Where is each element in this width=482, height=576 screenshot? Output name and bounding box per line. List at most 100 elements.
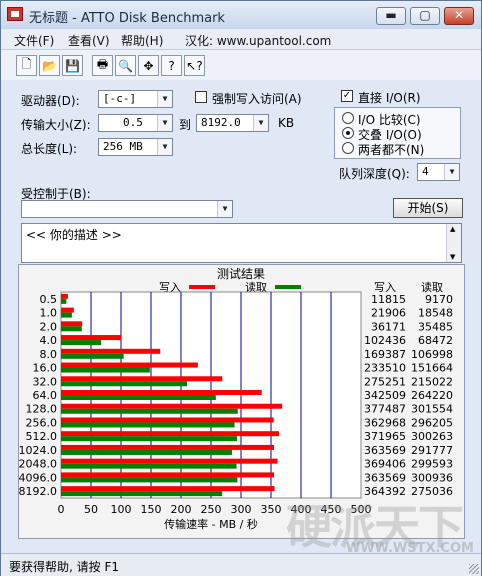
chevron-down-icon: ▼: [217, 201, 232, 217]
app-icon: [7, 7, 23, 21]
maximize-button[interactable]: ▢: [410, 7, 440, 25]
read-bar: [61, 298, 67, 304]
read-value-label: 151664: [411, 362, 453, 375]
write-bar: [61, 321, 83, 327]
read-value-label: 18548: [418, 307, 453, 320]
io-mode-group: I/O 比较(C) 交叠 I/O(O) 两者都不(N): [334, 107, 461, 159]
x-tick-label: 50: [84, 503, 98, 516]
chevron-down-icon: ▼: [444, 164, 459, 180]
window-title: 无标题 - ATTO Disk Benchmark: [29, 11, 225, 26]
write-value-label: 369406: [364, 458, 406, 471]
read-value-label: 296205: [411, 416, 453, 429]
description-scrollbar[interactable]: ▲ ▼: [446, 224, 461, 262]
total-length-label: 总长度(L):: [21, 142, 78, 156]
help-icon[interactable]: ?: [161, 55, 182, 76]
write-bar: [61, 472, 275, 478]
read-bar: [61, 477, 238, 483]
transfer-to-select[interactable]: 8192.0 ▼: [196, 114, 269, 132]
resize-grip-icon[interactable]: [469, 564, 479, 574]
read-bar: [61, 463, 237, 469]
description-field[interactable]: << 你的描述 >> ▲ ▼: [21, 223, 462, 263]
legend-write-swatch: [189, 285, 215, 289]
to-label: 到: [179, 118, 192, 132]
queue-depth-value: 4: [422, 165, 429, 178]
close-button[interactable]: ✕: [444, 7, 474, 25]
write-bar: [61, 348, 161, 354]
transfer-to-value: 8192.0: [201, 116, 241, 129]
scroll-up-icon[interactable]: ▲: [450, 225, 455, 233]
write-bar: [61, 307, 74, 313]
controlled-by-select[interactable]: ▼: [21, 200, 233, 218]
transfer-from-select[interactable]: 0.5 ▼: [98, 114, 173, 132]
write-bar: [61, 458, 278, 464]
neither-radio[interactable]: [342, 142, 354, 154]
y-tick-label: 4096.0: [19, 471, 57, 484]
start-button[interactable]: 开始(S): [393, 198, 463, 218]
transfer-from-value: 0.5: [123, 116, 143, 129]
move-icon[interactable]: ✥: [138, 55, 159, 76]
drive-select[interactable]: [-c-] ▼: [98, 90, 173, 108]
read-value-label: 68472: [418, 334, 453, 347]
transfer-unit-label: KB: [278, 116, 295, 130]
write-value-label: 377487: [364, 403, 406, 416]
y-tick-label: 2048.0: [19, 458, 57, 471]
read-value-label: 291777: [411, 444, 453, 457]
write-value-label: 169387: [364, 348, 406, 361]
status-bar: 要获得帮助, 请按 F1: [1, 553, 481, 576]
write-value-label: 363569: [364, 471, 406, 484]
y-tick-label: 2.0: [40, 320, 58, 333]
total-length-select[interactable]: 256 MB ▼: [98, 138, 173, 156]
drive-value: [-c-]: [103, 92, 137, 105]
chevron-down-icon: ▼: [253, 115, 268, 131]
read-bar: [61, 340, 102, 346]
force-write-checkbox[interactable]: [195, 91, 207, 103]
y-tick-label: 0.5: [40, 293, 58, 306]
io-compare-radio[interactable]: [342, 112, 354, 124]
write-bar: [61, 335, 122, 341]
neither-label: 两者都不(N): [358, 143, 425, 157]
menu-localized[interactable]: 汉化: www.upantool.com: [185, 32, 331, 49]
write-bar: [61, 444, 275, 450]
title-bar[interactable]: 无标题 - ATTO Disk Benchmark ▬ ▢ ✕: [1, 1, 481, 29]
read-bar: [61, 422, 235, 428]
write-value-label: 36171: [371, 320, 406, 333]
menu-view[interactable]: 查看(V): [68, 32, 110, 49]
save-icon[interactable]: 💾: [62, 55, 83, 76]
chart-title: 测试结果: [217, 266, 265, 281]
print-icon[interactable]: 🖶: [92, 55, 113, 76]
chevron-down-icon: ▼: [157, 139, 172, 155]
read-bar: [61, 408, 238, 414]
scroll-down-icon[interactable]: ▼: [450, 253, 455, 261]
direct-io-checkbox[interactable]: ✓: [341, 90, 353, 102]
write-value-label: 11815: [371, 293, 406, 306]
total-length-value: 256 MB: [103, 140, 143, 153]
force-write-label: 强制写入访问(A): [212, 92, 302, 106]
x-tick-label: 300: [231, 503, 252, 516]
direct-io-label: 直接 I/O(R): [358, 91, 421, 105]
context-help-icon[interactable]: ↖?: [184, 55, 205, 76]
x-tick-label: 0: [58, 503, 65, 516]
menu-bar: 文件(F) 查看(V) 帮助(H) 汉化: www.upantool.com: [1, 29, 481, 50]
read-value-label: 300263: [411, 430, 453, 443]
write-value-label: 102436: [364, 334, 406, 347]
x-tick-label: 150: [141, 503, 162, 516]
read-bar: [61, 367, 150, 373]
read-value-label: 264220: [411, 389, 453, 402]
print-preview-icon[interactable]: 🔍: [115, 55, 136, 76]
minimize-button[interactable]: ▬: [376, 7, 406, 25]
write-bar: [61, 403, 283, 409]
x-axis-label: 传输速率 - MB / 秒: [164, 517, 258, 531]
open-icon[interactable]: 📂: [39, 55, 60, 76]
menu-file[interactable]: 文件(F): [14, 32, 54, 49]
y-tick-label: 256.0: [26, 416, 58, 429]
write-bar: [61, 431, 279, 437]
description-text: << 你的描述 >>: [26, 228, 122, 242]
menu-help[interactable]: 帮助(H): [121, 32, 163, 49]
new-icon[interactable]: 🗋: [16, 55, 37, 76]
queue-depth-select[interactable]: 4 ▼: [417, 163, 460, 181]
write-value-label: 21906: [371, 307, 406, 320]
y-tick-label: 8192.0: [19, 485, 57, 498]
read-value-label: 106998: [411, 348, 453, 361]
write-value-label: 363569: [364, 444, 406, 457]
overlap-io-radio[interactable]: [342, 127, 354, 139]
